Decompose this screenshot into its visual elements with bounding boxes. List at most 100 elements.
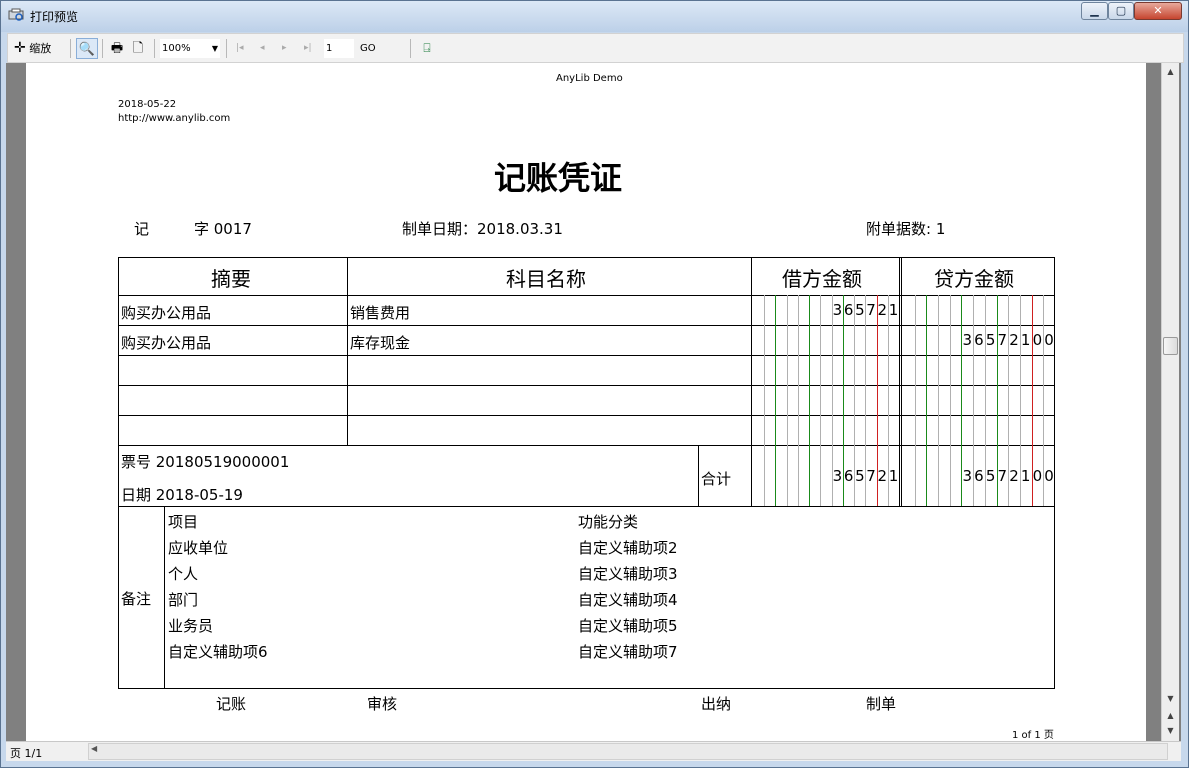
scroll-up-icon[interactable]: ▲ [1162, 64, 1179, 79]
amount-grid-line [786, 295, 788, 506]
scroll-left-icon[interactable]: ◀ [91, 744, 97, 753]
credit-digit: 0 [1032, 331, 1043, 349]
toolbar-separator [410, 39, 411, 58]
toolbar-separator [70, 39, 71, 58]
remark-item: 自定义辅助项3 [578, 565, 678, 583]
sign-cashier: 出纳 [701, 695, 732, 713]
debit-digit: 5 [855, 301, 865, 319]
print-url: http://www.anylib.com [118, 113, 231, 124]
toolbar-separator [102, 39, 103, 58]
remark-item: 项目 [168, 513, 199, 531]
page-icon: 🗋 [132, 41, 144, 56]
row2-summary: 购买办公用品 [121, 334, 212, 352]
go-button[interactable]: GO [360, 38, 380, 59]
chevron-down-icon: ▼ [211, 44, 218, 53]
col-debit-header: 借方金额 [782, 267, 862, 291]
horizontal-scrollbar[interactable]: ◀ [88, 743, 1168, 760]
col-credit-header: 贷方金额 [934, 267, 1014, 291]
title-bar: 打印预览 ▁ ▢ ✕ [1, 1, 1188, 32]
debit-digit: 6 [843, 301, 854, 319]
remark-item: 业务员 [168, 617, 214, 635]
minimize-button[interactable]: ▁ [1081, 2, 1108, 20]
total-debit-digit: 5 [855, 467, 865, 485]
amount-grid-line [820, 295, 822, 506]
amount-grid-line [949, 295, 951, 506]
total-debit-digit: 6 [843, 467, 854, 485]
zoom-value: 100% [162, 43, 191, 54]
remark-item: 自定义辅助项5 [578, 617, 678, 635]
toolbar: ✛ 缩放 🔍 🖶 🗋 100% ▼ |◂ ◂ ▸ ▸| 1 GO ⍈ [7, 33, 1184, 63]
remark-item: 自定义辅助项6 [168, 643, 268, 661]
amount-grid-line [797, 295, 799, 506]
credit-digit: 2 [1009, 331, 1019, 349]
preview-area: AnyLib Demo 2018-05-22 http://www.anylib… [6, 63, 1181, 741]
amount-grid-line [914, 295, 916, 506]
toolbar-separator [226, 39, 227, 58]
debit-digit: 7 [866, 301, 876, 319]
prev-page-button[interactable]: ◂ [260, 38, 270, 59]
debit-digit: 2 [877, 301, 888, 319]
sign-bookkeeping: 记账 [216, 695, 247, 713]
ticket-date: 日期 2018-05-19 [121, 486, 243, 504]
toolbar-separator [154, 39, 155, 58]
scroll-down-icon[interactable]: ▼ [1162, 691, 1179, 706]
total-credit-digit: 5 [985, 467, 996, 485]
page-footer: 1 of 1 页 [1012, 730, 1054, 741]
remark-item: 自定义辅助项4 [578, 591, 678, 609]
maximize-button[interactable]: ▢ [1108, 2, 1134, 20]
exit-button[interactable]: ⍈ [418, 38, 436, 59]
page-header: AnyLib Demo [556, 73, 623, 84]
amount-grid-line [764, 295, 766, 506]
remark-item: 自定义辅助项7 [578, 643, 678, 661]
status-page-text: 页 1/1 [10, 747, 43, 760]
last-page-icon: ▸| [304, 43, 312, 53]
debit-digit: 3 [832, 301, 843, 319]
amount-grid-line [809, 295, 811, 506]
print-page: AnyLib Demo 2018-05-22 http://www.anylib… [26, 63, 1146, 741]
remark-item: 应收单位 [168, 539, 229, 557]
printer-icon: 🖶 [110, 41, 124, 56]
ticket-number: 票号 20180519000001 [121, 453, 290, 471]
first-page-button[interactable]: |◂ [236, 38, 246, 59]
next-page-icon: ▸ [282, 43, 287, 53]
row1-summary: 购买办公用品 [121, 304, 212, 322]
attachment-count: 附单据数: 1 [866, 220, 946, 238]
remark-item: 自定义辅助项2 [578, 539, 678, 557]
page-setup-button[interactable]: 🗋 [130, 38, 146, 59]
total-label: 合计 [701, 470, 732, 488]
row1-account: 销售费用 [350, 304, 411, 322]
total-credit-digit: 0 [1044, 467, 1054, 485]
total-credit-digit: 6 [974, 467, 984, 485]
page-number-input[interactable]: 1 [324, 39, 354, 58]
first-page-icon: |◂ [236, 43, 244, 53]
page-up-icon[interactable]: ▲ [1162, 708, 1179, 723]
total-debit-digit: 1 [888, 467, 899, 485]
remark-item: 部门 [168, 591, 199, 609]
voucher-number: 字 0017 [194, 220, 252, 238]
vertical-scrollbar[interactable]: ▲ ▼ ▲ ▼ [1161, 63, 1179, 741]
print-button[interactable]: 🖶 [108, 38, 126, 59]
amount-grid-line [775, 295, 777, 506]
crosshair-icon: ✛ [14, 40, 26, 56]
total-credit-digit: 0 [1032, 467, 1043, 485]
total-credit-digit: 7 [997, 467, 1008, 485]
zoom-select[interactable]: 100% ▼ [160, 39, 220, 58]
amount-grid-line [926, 295, 928, 506]
page-down-icon[interactable]: ▼ [1162, 723, 1179, 738]
remark-label: 备注 [121, 590, 152, 608]
total-debit-digit: 2 [877, 467, 888, 485]
window-title: 打印预览 [30, 10, 79, 24]
credit-digit: 3 [962, 331, 972, 349]
total-credit-digit: 2 [1009, 467, 1019, 485]
next-page-button[interactable]: ▸ [282, 38, 292, 59]
credit-digit: 1 [1020, 331, 1031, 349]
print-preview-icon [8, 8, 24, 21]
col-account-header: 科目名称 [506, 267, 586, 291]
close-button[interactable]: ✕ [1134, 2, 1182, 20]
total-debit-digit: 3 [832, 467, 843, 485]
zoom-tool-button[interactable]: ✛ 缩放 [14, 38, 64, 59]
last-page-button[interactable]: ▸| [304, 38, 316, 59]
magnifier-button[interactable]: 🔍 [76, 38, 98, 59]
scroll-thumb[interactable] [1163, 337, 1178, 355]
credit-digit: 7 [997, 331, 1008, 349]
